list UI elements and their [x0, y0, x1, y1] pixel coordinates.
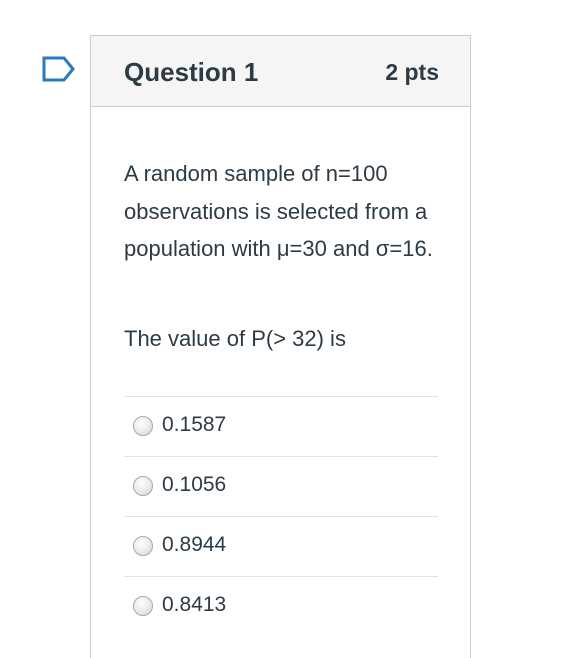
- question-card: Question 1 2 pts A random sample of n=10…: [90, 35, 471, 658]
- radio-button[interactable]: [133, 596, 153, 616]
- answer-label[interactable]: 0.1056: [162, 473, 226, 497]
- radio-button[interactable]: [133, 476, 153, 496]
- answer-option[interactable]: 0.1056: [124, 456, 438, 516]
- bookmark-flag-icon[interactable]: [42, 56, 76, 82]
- question-points: 2 pts: [385, 59, 439, 85]
- answer-option[interactable]: 0.8413: [124, 576, 438, 636]
- answer-option[interactable]: 0.8944: [124, 516, 438, 576]
- radio-button[interactable]: [133, 536, 153, 556]
- question-text: A random sample of n=100 observations is…: [124, 161, 433, 261]
- answer-label[interactable]: 0.1587: [162, 413, 226, 437]
- question-title: Question 1: [124, 57, 259, 87]
- answer-label[interactable]: 0.8944: [162, 533, 226, 557]
- question-prompt: The value of P(> 32) is: [124, 326, 346, 351]
- question-header: Question 1 2 pts: [91, 36, 470, 107]
- quiz-page: Question 1 2 pts A random sample of n=10…: [0, 0, 561, 658]
- radio-button[interactable]: [133, 416, 153, 436]
- answer-option[interactable]: 0.1587: [124, 396, 438, 456]
- answer-list: 0.1587 0.1056 0.8944 0.8413: [124, 396, 438, 636]
- answer-label[interactable]: 0.8413: [162, 593, 226, 617]
